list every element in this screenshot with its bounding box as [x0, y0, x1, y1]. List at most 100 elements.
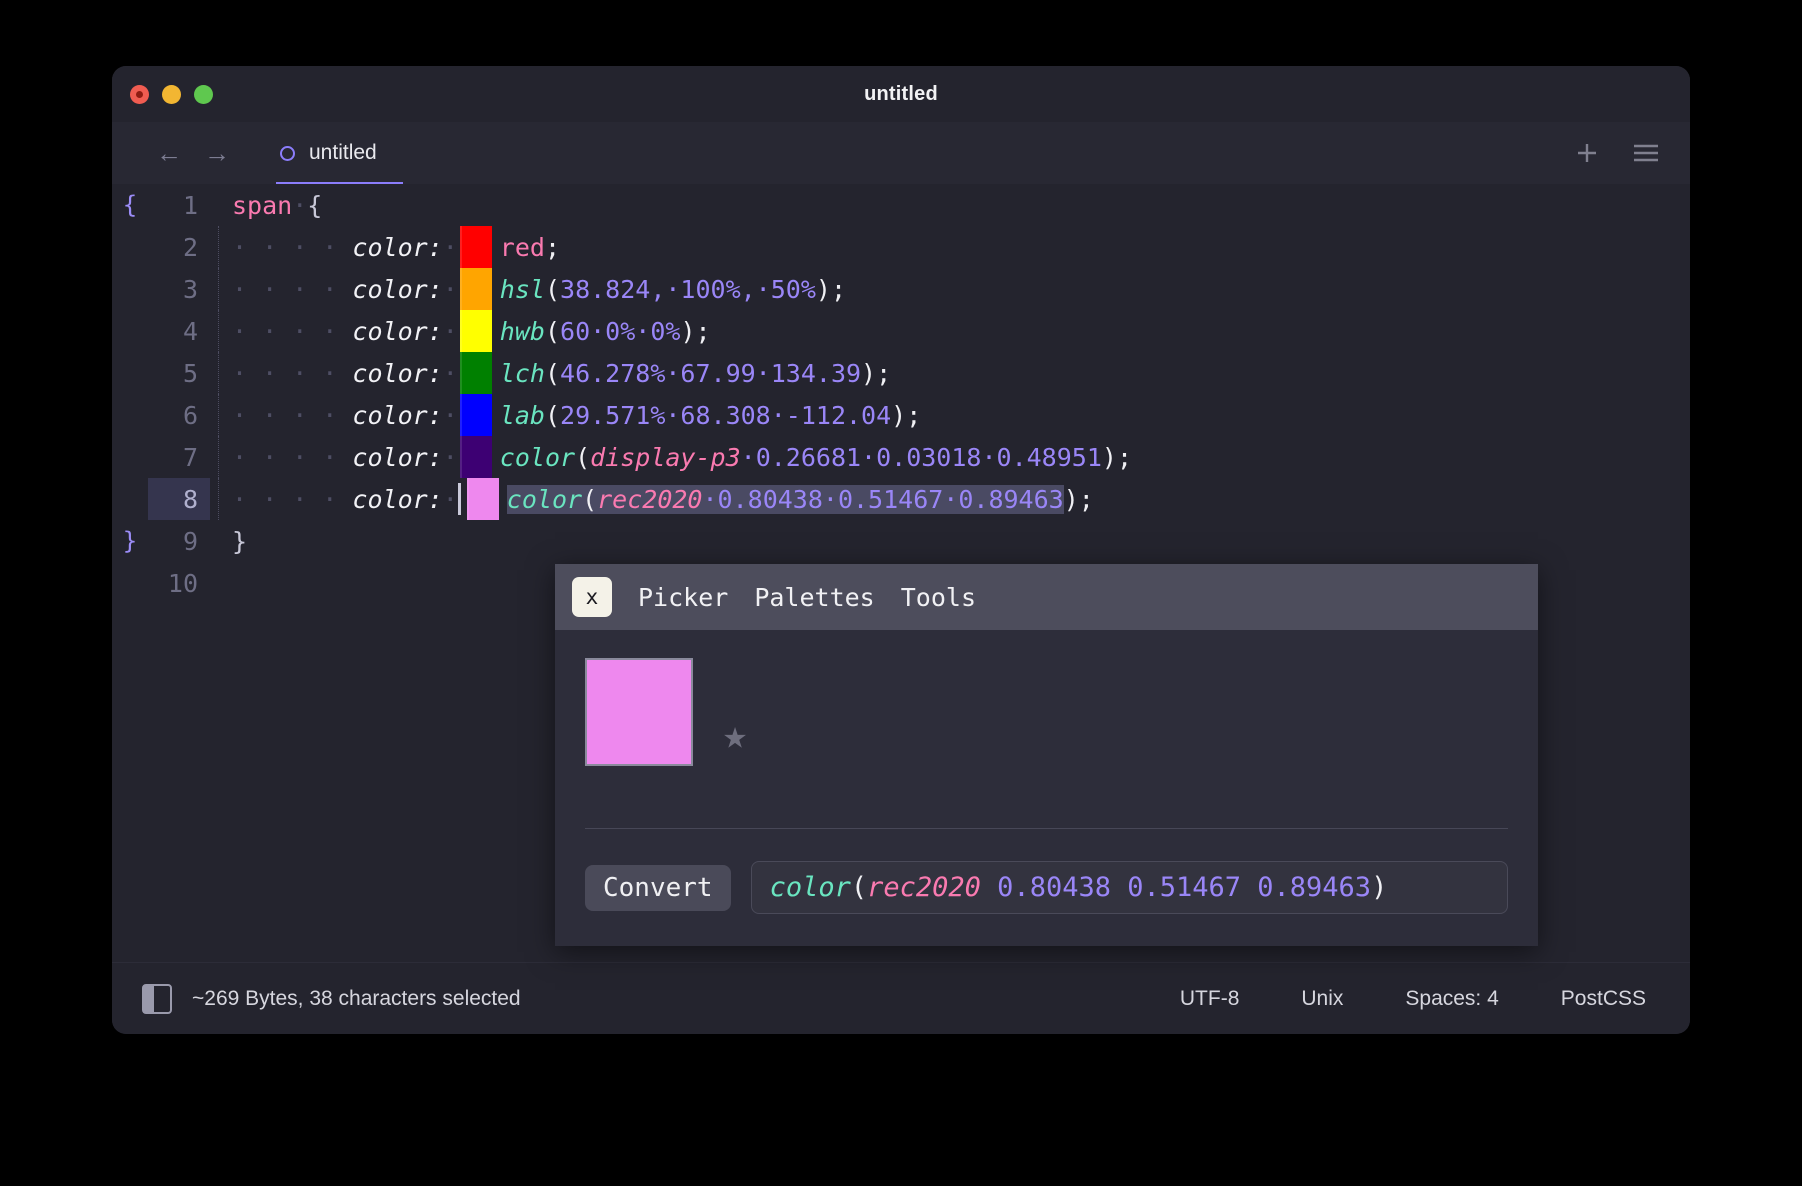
semicolon: ; — [1078, 484, 1094, 514]
line-number: 10 — [167, 568, 198, 598]
css-arguments: ·0.26681·0.03018·0.48951 — [740, 442, 1102, 472]
code-line[interactable]: 2 · · · · color: · red; — [112, 226, 1690, 268]
indent-guide — [210, 352, 232, 394]
fold-marker-close[interactable]: } — [112, 527, 148, 555]
css-selector: span — [232, 190, 293, 220]
semicolon: ; — [876, 358, 892, 388]
css-value: red — [499, 232, 545, 262]
convert-button[interactable]: Convert — [585, 864, 731, 911]
divider — [585, 828, 1508, 829]
star-icon[interactable]: ★ — [723, 712, 747, 758]
indent-guide — [210, 520, 232, 562]
colorspace-keyword: display-p3 — [590, 442, 741, 472]
space-dot: · — [442, 484, 458, 514]
code-content: span ·{ — [232, 191, 322, 220]
color-picker-popup[interactable]: x Picker Palettes Tools ★ Convert color(… — [555, 564, 1538, 946]
paren-close: ) — [1101, 442, 1117, 472]
line-number: 1 — [182, 190, 198, 220]
current-color-swatch[interactable] — [585, 658, 693, 766]
paren-open: ( — [544, 400, 561, 430]
color-swatch-magenta[interactable] — [466, 478, 499, 520]
css-arguments: 60·0%·0% — [560, 316, 681, 346]
status-bar: ~269 Bytes, 38 characters selected UTF-8… — [112, 962, 1690, 1034]
color-picker-body: ★ Convert color(rec2020 0.80438 0.51467 … — [555, 630, 1538, 914]
indent-guide — [210, 268, 232, 310]
space-dot: · — [442, 358, 458, 388]
plus-icon[interactable] — [1574, 140, 1600, 166]
indent-dots: · · · · — [232, 358, 353, 388]
navigation-arrows: ← → — [156, 140, 230, 166]
back-arrow-icon[interactable]: ← — [156, 140, 182, 166]
close-brace: } — [232, 526, 248, 556]
tab-palettes[interactable]: Palettes — [754, 583, 874, 612]
panel-icon[interactable] — [142, 983, 172, 1014]
paren-open: ( — [544, 316, 561, 346]
color-swatch-orange[interactable] — [459, 268, 492, 310]
close-window-button[interactable] — [130, 84, 149, 104]
code-content: } — [232, 527, 247, 556]
status-info: ~269 Bytes, 38 characters selected — [192, 986, 521, 1010]
color-swatch-blue[interactable] — [459, 394, 492, 436]
window-titlebar: untitled — [112, 66, 1690, 122]
code-line[interactable]: 7 · · · · color: · color(display-p3·0.2668… — [112, 436, 1690, 478]
paren-close: ) — [1063, 484, 1079, 514]
line-number: 8 — [148, 478, 210, 520]
semicolon: ; — [695, 316, 711, 346]
space-dot: · — [442, 400, 458, 430]
code-line[interactable]: } 9 } — [112, 520, 1690, 562]
traffic-lights — [130, 84, 213, 104]
code-content: · · · · color: · lab(29.571%·68.308·-112.0… — [232, 394, 921, 436]
status-syntax[interactable]: PostCSS — [1561, 987, 1646, 1011]
indent-guide — [210, 562, 232, 604]
color-swatch-red[interactable] — [459, 226, 492, 268]
minimize-window-button[interactable] — [162, 84, 181, 104]
css-function: hwb — [499, 316, 545, 346]
value-coords: 0.80438 0.51467 0.89463 — [980, 872, 1372, 903]
status-line-ending[interactable]: Unix — [1301, 987, 1343, 1011]
css-property: color: — [352, 232, 443, 262]
selected-text: color(rec2020·0.80438·0.51467·0.89463 — [506, 484, 1064, 514]
color-swatch-purple[interactable] — [459, 436, 492, 478]
zoom-window-button[interactable] — [194, 84, 213, 104]
tab-tools[interactable]: Tools — [901, 583, 976, 612]
code-line[interactable]: 3 · · · · color: · hsl(38.824,·100%,·50%); — [112, 268, 1690, 310]
line-number: 4 — [182, 316, 198, 346]
value-paren-open: ( — [850, 872, 868, 903]
code-line-active[interactable]: 8 · · · · color: · color(rec2020·0.80438·0… — [112, 478, 1690, 520]
tab-untitled[interactable]: untitled — [276, 122, 403, 184]
semicolon: ; — [906, 400, 922, 430]
status-encoding[interactable]: UTF-8 — [1180, 987, 1240, 1011]
code-line[interactable]: { 1 span ·{ — [112, 184, 1690, 226]
indent-dots: · · · · — [232, 400, 353, 430]
indent-guide — [210, 394, 232, 436]
indent-dots: · · · · — [232, 232, 353, 262]
forward-arrow-icon[interactable]: → — [204, 140, 230, 166]
code-line[interactable]: 6 · · · · color: · lab(29.571%·68.308·-112… — [112, 394, 1690, 436]
code-line[interactable]: 4 · · · · color: · hwb(60·0%·0%); — [112, 310, 1690, 352]
indent-guide — [210, 436, 232, 478]
code-line[interactable]: 5 · · · · color: · lch(46.278%·67.99·134.3… — [112, 352, 1690, 394]
current-color-row: ★ — [585, 658, 1508, 766]
window-title: untitled — [864, 82, 938, 105]
line-number: 7 — [182, 442, 198, 472]
open-brace: { — [307, 190, 323, 220]
space-dot: · — [442, 274, 458, 304]
status-right: UTF-8 Unix Spaces: 4 PostCSS — [1180, 987, 1646, 1011]
paren-close: ) — [861, 358, 877, 388]
status-indent[interactable]: Spaces: 4 — [1405, 987, 1498, 1011]
css-property: color: — [352, 316, 443, 346]
color-value-field[interactable]: color(rec2020 0.80438 0.51467 0.89463) — [750, 861, 1508, 914]
value-paren-close: ) — [1371, 872, 1388, 903]
css-function: color — [506, 484, 583, 514]
color-swatch-yellow[interactable] — [459, 310, 492, 352]
value-colorspace: rec2020 — [867, 872, 981, 903]
fold-marker-open[interactable]: { — [112, 191, 148, 219]
paren-close: ) — [815, 274, 831, 304]
css-property: color: — [352, 442, 443, 472]
hamburger-icon[interactable] — [1632, 142, 1660, 164]
tab-picker[interactable]: Picker — [638, 583, 728, 612]
status-left: ~269 Bytes, 38 characters selected — [142, 983, 521, 1014]
close-icon[interactable]: x — [572, 577, 612, 617]
color-swatch-green[interactable] — [459, 352, 492, 394]
semicolon: ; — [544, 232, 561, 262]
